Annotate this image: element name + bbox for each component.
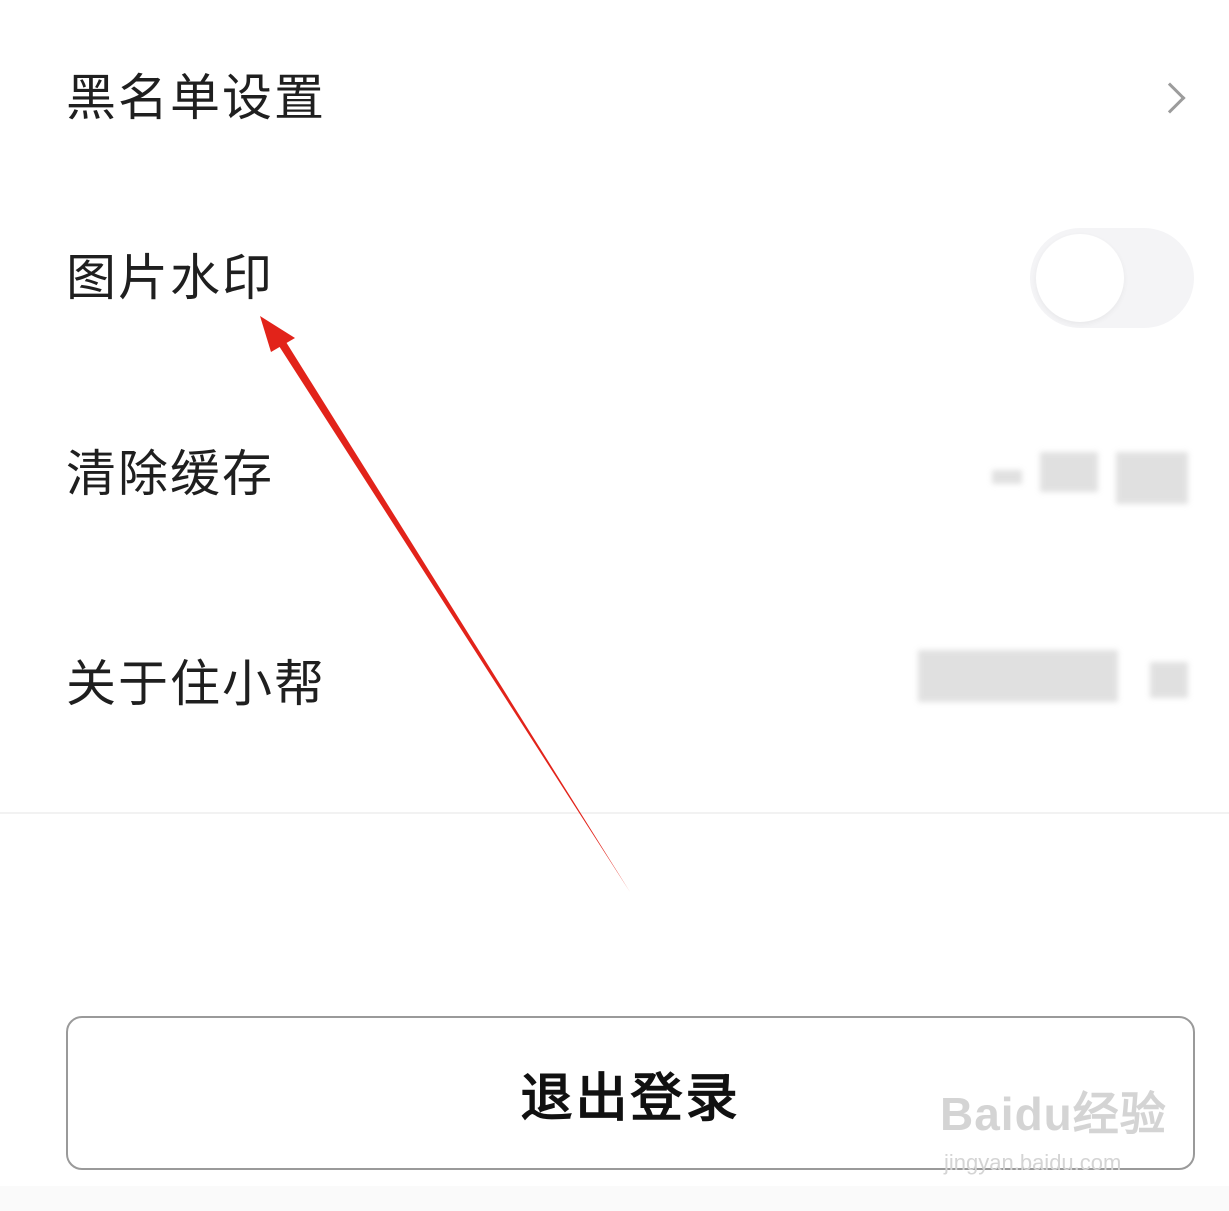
watermark-main: Baidu经验 [940,1088,1167,1140]
bottom-strip [0,1186,1229,1211]
toggle-knob [1036,234,1124,322]
settings-page: 黑名单设置 图片水印 清除缓存 关于住小帮 退出登录 Baidu经验 jingy… [0,0,1229,1211]
chevron-right-icon [1154,82,1186,114]
clear-cache-label: 清除缓存 [66,445,274,503]
image-watermark-label: 图片水印 [66,249,274,307]
section-divider [0,812,1229,814]
logout-label: 退出登录 [520,1068,741,1129]
blacklist-settings-row[interactable]: 黑名单设置 [0,48,1229,148]
watermark-sub: jingyan.baidu.com [944,1150,1122,1175]
image-watermark-toggle[interactable] [1030,228,1194,328]
about-label: 关于住小帮 [66,655,326,713]
baidu-jingyan-watermark: Baidu经验 jingyan.baidu.com [940,1078,1167,1176]
blacklist-settings-label: 黑名单设置 [66,69,326,127]
